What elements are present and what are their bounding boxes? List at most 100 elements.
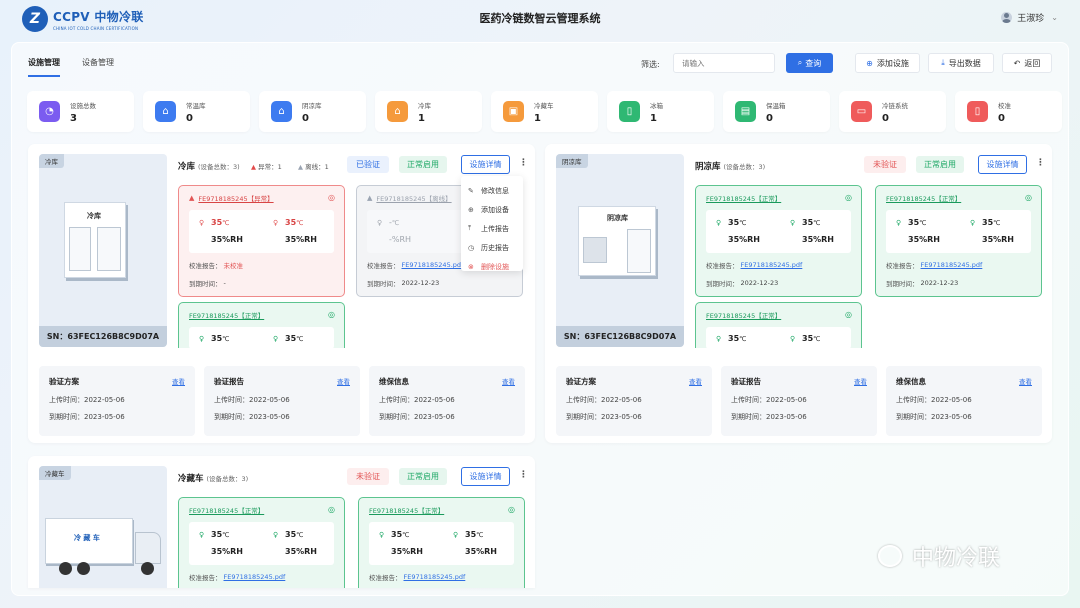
- upload-date: 2022-05-06: [931, 396, 972, 404]
- stat-card[interactable]: ▣ 冷藏车 1: [491, 91, 598, 132]
- temperature-value: 35: [908, 218, 920, 227]
- user-name: 王淑珍: [1017, 14, 1045, 24]
- report-link[interactable]: FE9718185245.pdf: [741, 261, 803, 269]
- tab-device[interactable]: 设备管理: [82, 57, 114, 77]
- temperature-icon: ♀: [273, 335, 279, 343]
- add-facility-button[interactable]: ⊕ 添加设施: [855, 53, 920, 73]
- sensor-title-link[interactable]: FE9718185245【异常】: [198, 193, 273, 203]
- due-label: 到期时间：: [896, 413, 931, 421]
- stats-row: ◔ 设施总数 3 ⌂ 常温库 0 ⌂ 阴凉库 0 ⌂ 冷库 1 ▣ 冷藏车 1 ▯ 冰箱 1 ▤ 保温箱 0 ▭ 冷链系统 0…: [27, 91, 1071, 132]
- temperature-value: 35: [285, 334, 297, 343]
- settings-icon[interactable]: ◎: [328, 193, 335, 202]
- sensor-card[interactable]: FE9718185245【正常】 ◎ ♀ 35℃ ♀ 35℃: [178, 302, 345, 348]
- menu-item-edit[interactable]: ✎ 修改信息: [461, 181, 523, 200]
- sensor-title-link[interactable]: FE9718185245【正常】: [189, 505, 264, 515]
- stat-value: 1: [650, 112, 657, 124]
- report-link[interactable]: FE9718185245.pdf: [921, 261, 983, 269]
- sensor-title-link[interactable]: FE9718185245【离线】: [376, 193, 451, 203]
- sensor-card[interactable]: FE9718185245【正常】 ◎ ♀ 35℃ ♀ 35℃ 35%RH 35%RH …: [178, 497, 345, 588]
- menu-item-add-device[interactable]: ⊕ 添加设备: [461, 200, 523, 219]
- settings-icon[interactable]: ◎: [1025, 193, 1032, 202]
- stat-card[interactable]: ⌂ 常温库 0: [143, 91, 250, 132]
- more-menu-icon[interactable]: ⋮: [519, 470, 528, 480]
- temperature-icon: ♀: [453, 531, 459, 539]
- upload-label: 上传时间：: [49, 396, 84, 404]
- temperature-value: 35: [465, 530, 477, 539]
- query-button[interactable]: ⌕ 查询: [786, 53, 833, 73]
- sensor-title-link[interactable]: FE9718185245【正常】: [706, 310, 781, 320]
- due-date: 2023-05-06: [249, 413, 290, 421]
- view-link[interactable]: 查看: [689, 376, 702, 386]
- menu-item-history-report[interactable]: ◷ 历史报告: [461, 238, 523, 257]
- stat-card[interactable]: ▤ 保温箱 0: [723, 91, 830, 132]
- serial-number: SN：63FEC126B8C9D07A: [39, 326, 167, 347]
- menu-item-upload-report[interactable]: ⤒ 上传报告: [461, 219, 523, 238]
- sensor-title-link[interactable]: FE9718185245【正常】: [706, 193, 781, 203]
- due-label: 到期时间：: [886, 280, 919, 288]
- settings-icon[interactable]: ◎: [328, 310, 335, 319]
- facility-detail-button[interactable]: 设施详情: [978, 155, 1027, 174]
- due-label: 到期时间：: [214, 413, 249, 421]
- user-menu[interactable]: 王淑珍 ⌄: [1001, 11, 1058, 24]
- settings-icon[interactable]: ◎: [328, 505, 335, 514]
- temperature-unit: ℃: [476, 531, 484, 539]
- stat-label: 冷链系统: [882, 101, 908, 110]
- sensor-card[interactable]: ▲ FE9718185245【异常】 ◎ ♀ 35℃ ♀ 35℃ 35%RH 35%RH…: [178, 185, 345, 297]
- upload-date: 2022-05-06: [84, 396, 125, 404]
- report-status: 未校准: [223, 262, 244, 270]
- sensor-card[interactable]: FE9718185245【正常】 ◎ ♀ 35℃ ♀ 35℃ 35%RH 35%RH …: [695, 185, 862, 297]
- stat-card[interactable]: ▭ 冷链系统 0: [839, 91, 946, 132]
- stat-card[interactable]: ◔ 设施总数 3: [27, 91, 134, 132]
- view-link[interactable]: 查看: [502, 376, 515, 386]
- more-menu-icon[interactable]: ⋮: [519, 158, 528, 168]
- sensor-card[interactable]: FE9718185245【正常】 ◎ ♀ 35℃ ♀ 35℃ 35%RH 35%RH …: [358, 497, 525, 588]
- search-input[interactable]: [673, 53, 775, 73]
- info-title: 验证报告: [731, 377, 761, 386]
- tab-bar: 设施管理 设备管理: [28, 57, 136, 77]
- fan-unit-shape: [583, 237, 607, 263]
- wheel-shape: [59, 562, 72, 575]
- report-link[interactable]: FE9718185245.pdf: [404, 573, 466, 581]
- back-button[interactable]: ↶ 返回: [1002, 53, 1052, 73]
- stat-card[interactable]: ▯ 校准 0: [955, 91, 1062, 132]
- facility-photo: 阴凉库 阴凉库 SN：63FEC126B8C9D07A: [556, 154, 684, 347]
- facility-detail-button[interactable]: 设施详情: [461, 467, 510, 486]
- humidity-value: 35%RH: [285, 547, 318, 556]
- view-link[interactable]: 查看: [337, 376, 350, 386]
- menu-item-delete[interactable]: ⊗ 删除设施: [461, 257, 523, 276]
- watermark-text: 中物冷联: [912, 546, 1001, 571]
- facility-detail-button[interactable]: 设施详情: [461, 155, 510, 174]
- more-menu-icon[interactable]: ⋮: [1036, 158, 1045, 168]
- sensor-card[interactable]: FE9718185245【正常】 ◎ ♀ 35℃ ♀ 35℃ 35%RH 35%RH …: [875, 185, 1042, 297]
- stat-value: 0: [186, 112, 193, 124]
- tab-facility[interactable]: 设施管理: [28, 57, 60, 77]
- temperature-value: 35: [728, 218, 740, 227]
- due-date: 2023-05-06: [931, 413, 972, 421]
- sensor-card[interactable]: FE9718185245【正常】 ◎ ♀ 35℃ ♀ 35℃: [695, 302, 862, 348]
- stat-card[interactable]: ⌂ 阴凉库 0: [259, 91, 366, 132]
- report-label: 校准报告：: [189, 262, 222, 270]
- info-title: 验证方案: [566, 377, 596, 386]
- report-link[interactable]: FE9718185245.pdf: [402, 261, 464, 269]
- upload-date: 2022-05-06: [601, 396, 642, 404]
- temperature-icon: ♀: [379, 531, 385, 539]
- report-link[interactable]: FE9718185245.pdf: [224, 573, 286, 581]
- settings-icon[interactable]: ◎: [845, 193, 852, 202]
- wheel-shape: [77, 562, 90, 575]
- view-link[interactable]: 查看: [1019, 376, 1032, 386]
- sensor-title-link[interactable]: FE9718185245【正常】: [369, 505, 444, 515]
- stat-label: 校准: [998, 101, 1011, 110]
- temperature-value: 35: [285, 218, 297, 227]
- search-icon: ⌕: [797, 58, 803, 67]
- info-title: 验证报告: [214, 377, 244, 386]
- temperature-unit: ℃: [296, 531, 304, 539]
- sensor-title-link[interactable]: FE9718185245【正常】: [189, 310, 264, 320]
- view-link[interactable]: 查看: [854, 376, 867, 386]
- stat-card[interactable]: ▯ 冰箱 1: [607, 91, 714, 132]
- stat-card[interactable]: ⌂ 冷库 1: [375, 91, 482, 132]
- settings-icon[interactable]: ◎: [845, 310, 852, 319]
- export-button[interactable]: ⤓ 导出数据: [928, 53, 994, 73]
- sensor-title-link[interactable]: FE9718185245【正常】: [886, 193, 961, 203]
- settings-icon[interactable]: ◎: [508, 505, 515, 514]
- view-link[interactable]: 查看: [172, 376, 185, 386]
